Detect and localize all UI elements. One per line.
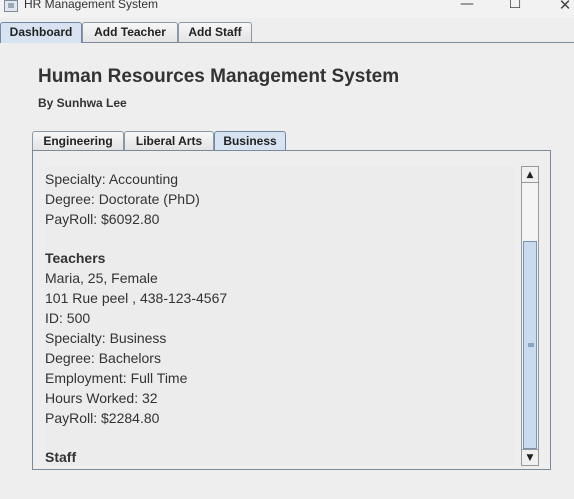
text-line: Specialty: Business	[45, 330, 167, 346]
page-title: Human Resources Management System	[38, 66, 400, 87]
text-line: PayRoll: $2284.80	[45, 410, 160, 426]
main-tabbar: Dashboard Add Teacher Add Staff	[0, 22, 574, 43]
vertical-scrollbar[interactable]: ▲ ▼	[521, 166, 539, 466]
text-line: Employment: Full Time	[45, 370, 188, 386]
minimize-button[interactable]: —	[452, 0, 482, 14]
app-icon	[4, 0, 18, 12]
window-titlebar: HR Management System — ☐ ✕	[0, 0, 574, 18]
window-title: HR Management System	[24, 0, 159, 11]
author-byline: By Sunhwa Lee	[38, 96, 127, 110]
text-line: Hours Worked: 32	[45, 390, 158, 406]
tab-add-staff[interactable]: Add Staff	[178, 22, 252, 42]
section-heading-staff: Staff	[45, 449, 77, 465]
employee-list-textarea[interactable]: Specialty: Accounting Degree: Doctorate …	[45, 166, 515, 466]
text-line: Specialty: Accounting	[45, 171, 179, 187]
grip-icon	[528, 343, 534, 347]
scroll-up-icon[interactable]: ▲	[522, 167, 538, 183]
text-line: 101 Rue peel , 438-123-4567	[45, 290, 228, 306]
tab-add-teacher[interactable]: Add Teacher	[82, 22, 178, 42]
department-panel: Specialty: Accounting Degree: Doctorate …	[32, 150, 551, 470]
tab-engineering[interactable]: Engineering	[32, 131, 124, 150]
scroll-down-icon[interactable]: ▼	[522, 449, 538, 465]
text-line: Degree: Doctorate (PhD)	[45, 191, 200, 207]
department-tabbar: Engineering Liberal Arts Business	[32, 131, 552, 151]
scroll-thumb[interactable]	[523, 241, 537, 449]
text-line: ID: 500	[45, 310, 91, 326]
maximize-button[interactable]: ☐	[500, 0, 530, 14]
tabbar-divider	[0, 42, 574, 43]
text-line: Maria, 25, Female	[45, 270, 158, 286]
tab-business[interactable]: Business	[214, 131, 286, 151]
close-button[interactable]: ✕	[550, 0, 574, 14]
text-line: Degree: Bachelors	[45, 350, 161, 366]
tab-liberal-arts[interactable]: Liberal Arts	[124, 131, 214, 150]
tab-dashboard[interactable]: Dashboard	[0, 22, 82, 43]
section-heading-teachers: Teachers	[45, 250, 106, 266]
text-line: PayRoll: $6092.80	[45, 211, 160, 227]
